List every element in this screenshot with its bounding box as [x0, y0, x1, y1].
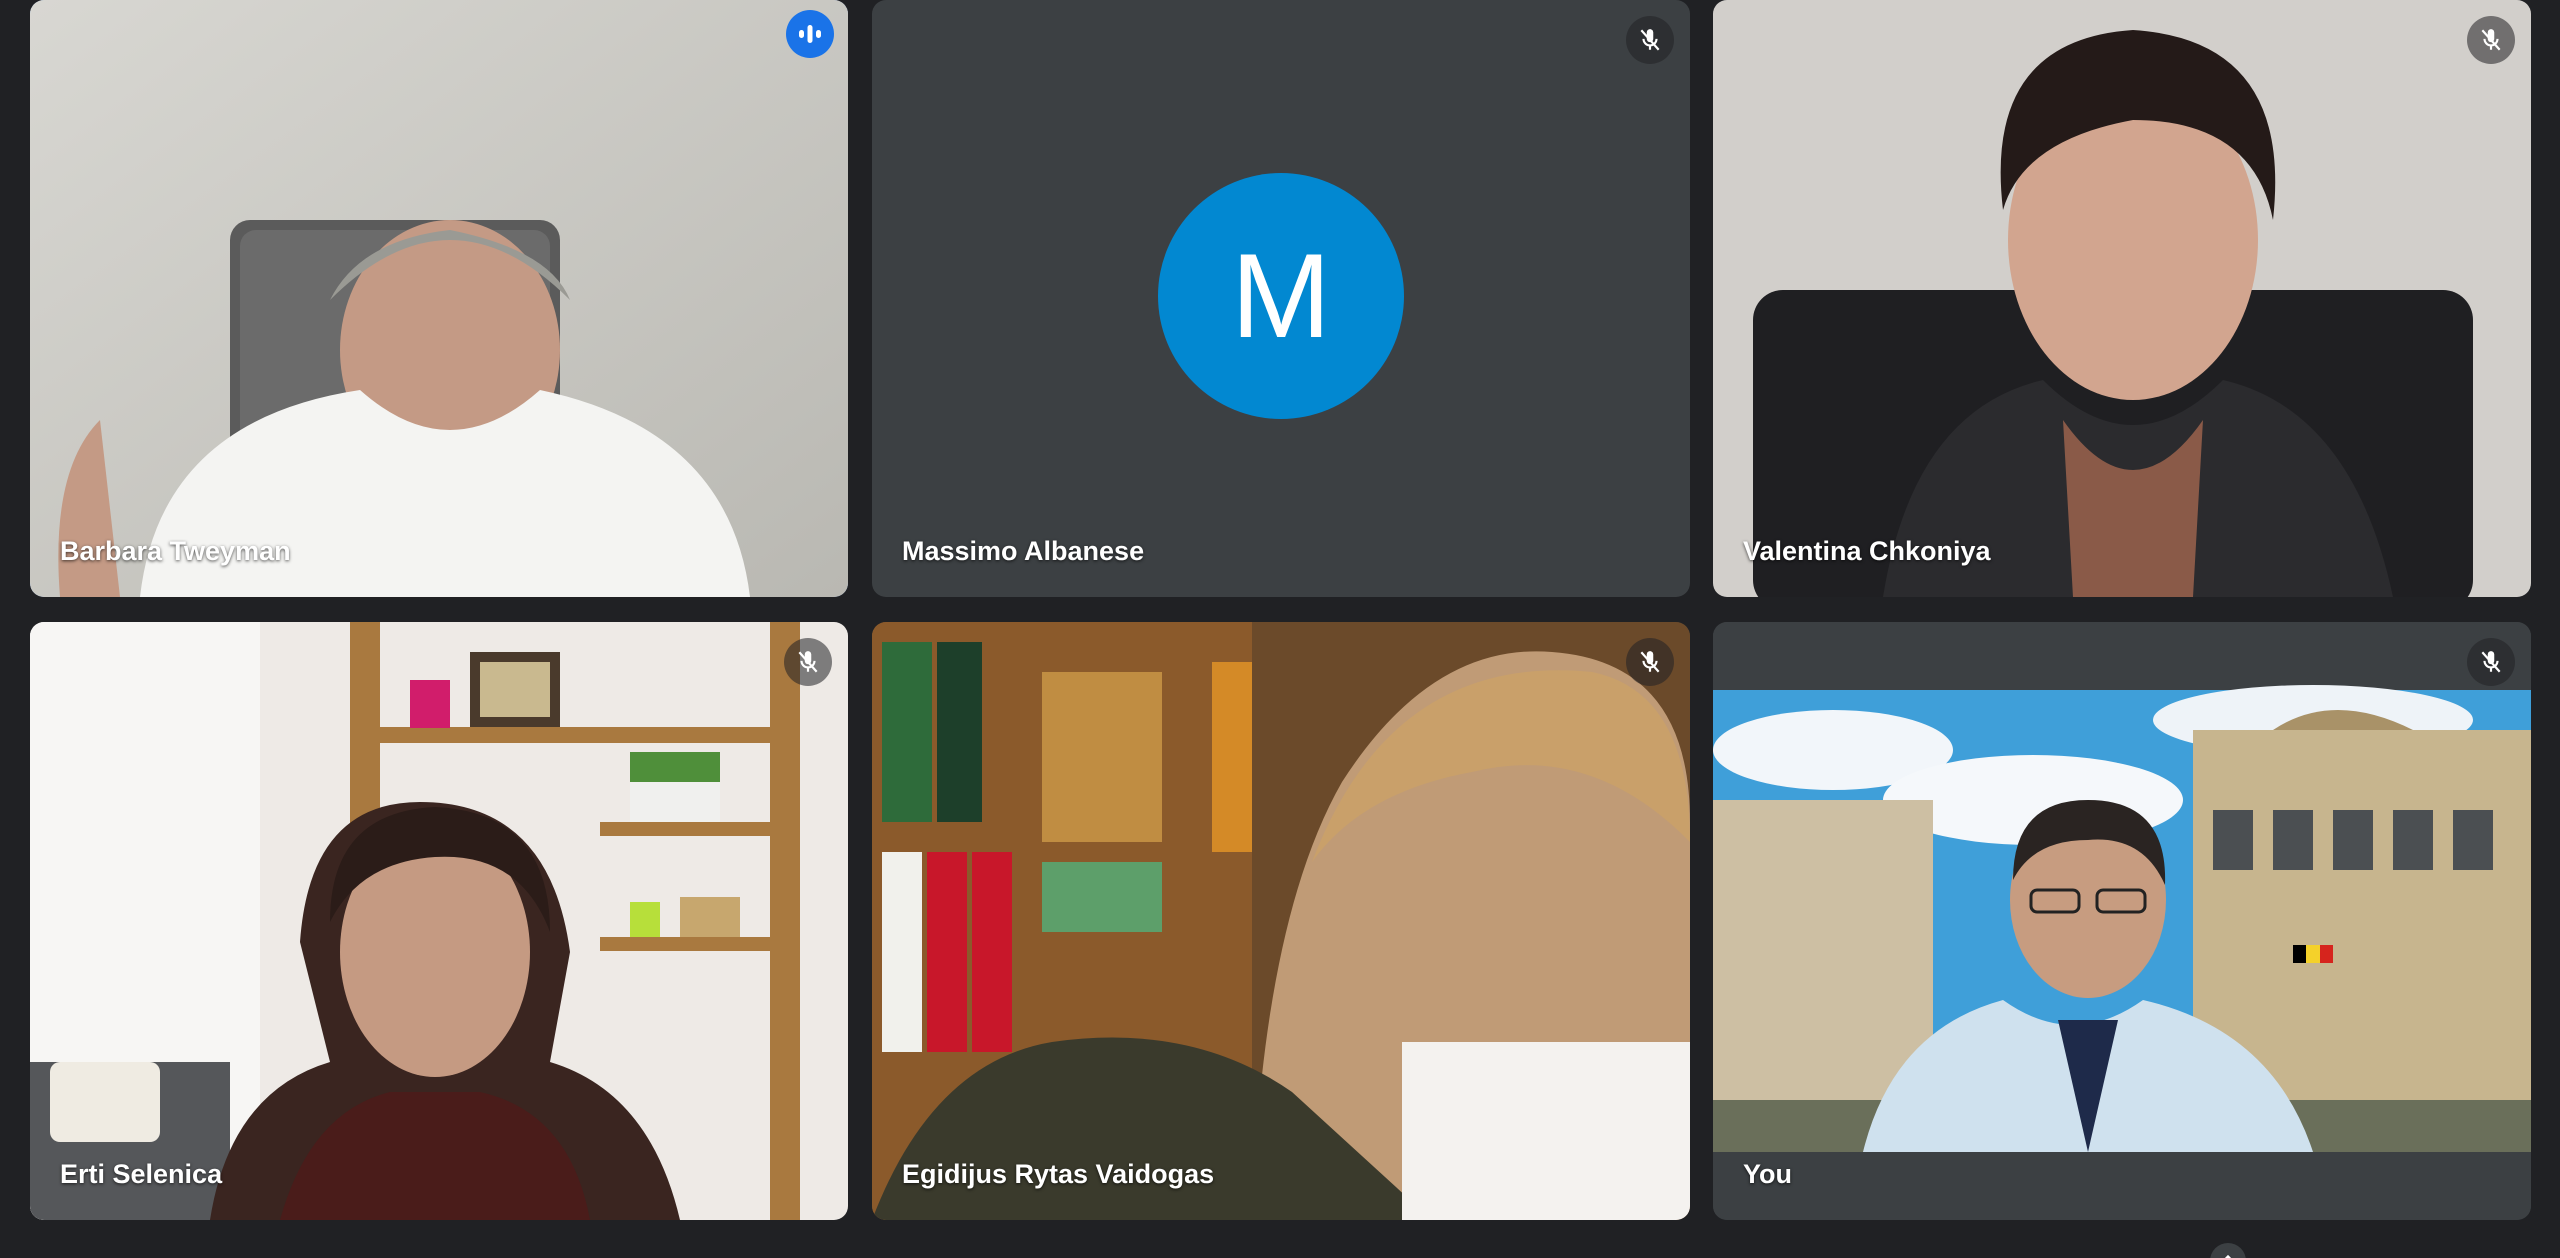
- avatar: M: [1158, 173, 1404, 419]
- chevron-up-icon[interactable]: [2210, 1243, 2246, 1258]
- avatar-letter: M: [1231, 229, 1331, 363]
- audio-level-icon: [786, 10, 834, 58]
- participant-tile-barbara-tweyman[interactable]: Barbara Tweyman: [30, 0, 848, 597]
- participant-video: [872, 622, 1690, 1220]
- participant-tile-egidijus-rytas-vaidogas[interactable]: Egidijus Rytas Vaidogas: [872, 622, 1690, 1220]
- mic-off-icon: [2467, 638, 2515, 686]
- meeting-grid: Barbara Tweyman M Massimo Albanese Valen…: [0, 0, 2560, 1258]
- participant-tile-massimo-albanese[interactable]: M Massimo Albanese: [872, 0, 1690, 597]
- participant-tile-you[interactable]: You: [1713, 622, 2531, 1220]
- participant-video: [1713, 0, 2531, 597]
- mic-off-icon: [1626, 16, 1674, 64]
- participant-video: [1713, 622, 2531, 1220]
- mic-off-icon: [2467, 16, 2515, 64]
- mic-off-icon: [784, 638, 832, 686]
- participant-name: Egidijus Rytas Vaidogas: [902, 1159, 1215, 1189]
- participant-name: Erti Selenica: [60, 1159, 223, 1189]
- participant-name: Barbara Tweyman: [60, 536, 291, 566]
- participant-tile-valentina-chkoniya[interactable]: Valentina Chkoniya: [1713, 0, 2531, 597]
- participant-tile-erti-selenica[interactable]: Erti Selenica: [30, 622, 848, 1220]
- participant-name: Valentina Chkoniya: [1743, 536, 1991, 566]
- mic-off-icon: [1626, 638, 1674, 686]
- participant-name: You: [1743, 1159, 1792, 1189]
- participant-video: [30, 622, 848, 1220]
- participant-video: [30, 0, 848, 597]
- participant-name: Massimo Albanese: [902, 536, 1145, 566]
